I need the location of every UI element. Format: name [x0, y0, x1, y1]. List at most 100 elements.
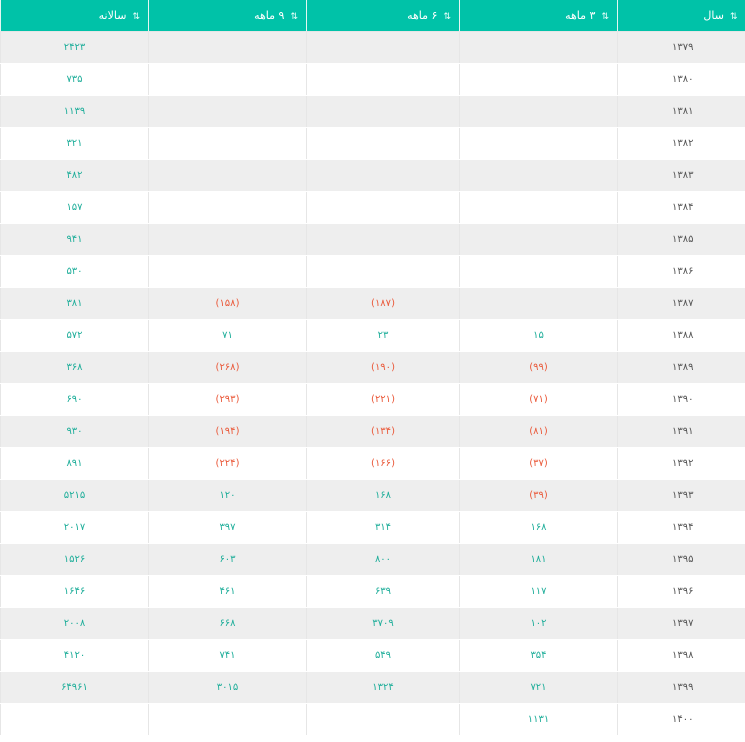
table-cell-q3: ۱۵: [459, 319, 618, 352]
table-cell-q3: ۱۱۳۱: [459, 703, 618, 736]
column-header-3-month[interactable]: ⇅۳ ماهه: [459, 0, 618, 32]
table-cell-year: ۱۳۸۵: [617, 223, 745, 256]
table-cell-q6: [306, 191, 460, 224]
sort-icon[interactable]: ⇅: [132, 12, 140, 22]
table-cell-year: ۱۳۸۱: [617, 95, 745, 128]
table-cell-q3: (۳۷): [459, 447, 618, 480]
table-cell-q6: ۶۳۹: [306, 575, 460, 608]
table-cell-annual: [0, 703, 149, 736]
table-cell-q3: (۹۹): [459, 351, 618, 384]
table-cell-q9: ۴۶۱: [148, 575, 307, 608]
table-cell-annual: ۳۸۱: [0, 287, 149, 320]
table-row: ۱۳۸۶ ۵۳۰: [0, 255, 745, 288]
table-cell-year: ۱۳۸۴: [617, 191, 745, 224]
table-cell-annual: ۵۷۲: [0, 319, 149, 352]
table-cell-q3: [459, 287, 618, 320]
table-cell-year: ۱۳۹۷: [617, 607, 745, 640]
table-row: ۱۳۸۲ ۳۲۱: [0, 127, 745, 160]
table-cell-year: ۱۳۸۳: [617, 159, 745, 192]
table-cell-q9: (۲۲۴): [148, 447, 307, 480]
sort-icon[interactable]: ⇅: [730, 12, 738, 22]
table-cell-annual: ۱۵۷: [0, 191, 149, 224]
table-row: ۱۳۹۸ ۳۵۴ ۵۴۹ ۷۴۱ ۴۱۲۰: [0, 639, 745, 672]
table-cell-q6: [306, 255, 460, 288]
table-row: ۱۳۹۶ ۱۱۷ ۶۳۹ ۴۶۱ ۱۶۴۶: [0, 575, 745, 608]
table-cell-q6: (۲۲۱): [306, 383, 460, 416]
table-cell-q9: [148, 703, 307, 736]
table-cell-q9: [148, 127, 307, 160]
table-cell-annual: ۱۵۲۶: [0, 543, 149, 576]
table-cell-year: ۱۳۹۲: [617, 447, 745, 480]
table-row: ۱۳۸۴ ۱۵۷: [0, 191, 745, 224]
sort-icon[interactable]: ⇅: [290, 12, 298, 22]
table-cell-q9: ۷۴۱: [148, 639, 307, 672]
table-cell-annual: ۲۰۱۷: [0, 511, 149, 544]
table-cell-annual: ۶۴۹۶۱: [0, 671, 149, 704]
table-cell-annual: ۱۱۳۹: [0, 95, 149, 128]
table-row: ۱۳۸۷ (۱۸۷) (۱۵۸) ۳۸۱: [0, 287, 745, 320]
table-cell-q9: [148, 63, 307, 96]
table-cell-q3: [459, 223, 618, 256]
table-cell-q3: [459, 63, 618, 96]
table-cell-annual: ۸۹۱: [0, 447, 149, 480]
table-cell-q9: (۲۶۸): [148, 351, 307, 384]
column-header-9-month[interactable]: ⇅۹ ماهه: [148, 0, 307, 32]
table-cell-q9: (۱۵۸): [148, 287, 307, 320]
table-cell-q3: [459, 127, 618, 160]
table-cell-q6: ۳۷۰۹: [306, 607, 460, 640]
table-cell-q9: [148, 191, 307, 224]
table-cell-year: ۱۳۸۸: [617, 319, 745, 352]
table-cell-q3: [459, 95, 618, 128]
table-cell-year: ۱۳۸۰: [617, 63, 745, 96]
table-cell-q9: ۶۶۸: [148, 607, 307, 640]
table-cell-year: ۱۳۹۳: [617, 479, 745, 512]
table-cell-q9: (۱۹۴): [148, 415, 307, 448]
table-row: ۱۴۰۰ ۱۱۳۱: [0, 703, 745, 736]
table-cell-annual: ۳۲۱: [0, 127, 149, 160]
table-cell-q6: ۱۶۸: [306, 479, 460, 512]
table-cell-q9: ۳۰۱۵: [148, 671, 307, 704]
table-cell-q6: [306, 127, 460, 160]
table-cell-annual: ۹۴۱: [0, 223, 149, 256]
table-cell-annual: ۶۹۰: [0, 383, 149, 416]
table-row: ۱۳۸۱ ۱۱۳۹: [0, 95, 745, 128]
table-cell-year: ۱۳۹۶: [617, 575, 745, 608]
table-body: ۱۳۷۹ ۲۴۲۳ ۱۳۸۰ ۷۳۵ ۱۳۸۱ ۱۱۳۹ ۱۳۸۲ ۳۲۱ ۱۳۸۳ ۴۸۲ ۱۳۸…: [0, 31, 745, 736]
table-cell-q6: (۱۸۷): [306, 287, 460, 320]
table-cell-q6: ۳۱۴: [306, 511, 460, 544]
table-cell-year: ۱۳۹۴: [617, 511, 745, 544]
table-cell-q3: ۷۲۱: [459, 671, 618, 704]
table-cell-q6: ۵۴۹: [306, 639, 460, 672]
table-cell-annual: ۴۸۲: [0, 159, 149, 192]
table-cell-q6: (۱۳۴): [306, 415, 460, 448]
table-cell-annual: ۷۳۵: [0, 63, 149, 96]
table-cell-q9: [148, 255, 307, 288]
sort-icon[interactable]: ⇅: [443, 12, 451, 22]
table-cell-q6: ۸۰۰: [306, 543, 460, 576]
table-cell-annual: ۵۲۱۵: [0, 479, 149, 512]
table-cell-q3: [459, 255, 618, 288]
table-row: ۱۳۹۱ (۸۱) (۱۳۴) (۱۹۴) ۹۳۰: [0, 415, 745, 448]
table-cell-year: ۱۳۸۹: [617, 351, 745, 384]
table-cell-year: ۱۳۷۹: [617, 31, 745, 64]
table-cell-q6: ۲۳: [306, 319, 460, 352]
table-cell-annual: ۹۳۰: [0, 415, 149, 448]
table-row: ۱۳۸۵ ۹۴۱: [0, 223, 745, 256]
column-header-year[interactable]: ⇅سال: [617, 0, 745, 32]
table-cell-year: ۱۴۰۰: [617, 703, 745, 736]
table-cell-q9: ۱۲۰: [148, 479, 307, 512]
table-cell-q3: (۷۱): [459, 383, 618, 416]
sort-icon[interactable]: ⇅: [601, 12, 609, 22]
column-header-6-month[interactable]: ⇅۶ ماهه: [306, 0, 460, 32]
table-row: ۱۳۹۰ (۷۱) (۲۲۱) (۲۹۳) ۶۹۰: [0, 383, 745, 416]
table-cell-year: ۱۳۹۹: [617, 671, 745, 704]
table-cell-annual: ۵۳۰: [0, 255, 149, 288]
table-cell-q9: ۶۰۳: [148, 543, 307, 576]
table-cell-year: ۱۳۹۰: [617, 383, 745, 416]
table-cell-q9: ۳۹۷: [148, 511, 307, 544]
column-header-annual[interactable]: ⇅سالانه: [0, 0, 149, 32]
table-cell-q6: (۱۹۰): [306, 351, 460, 384]
table-cell-year: ۱۳۸۷: [617, 287, 745, 320]
table-cell-q3: [459, 31, 618, 64]
table-cell-q6: [306, 223, 460, 256]
